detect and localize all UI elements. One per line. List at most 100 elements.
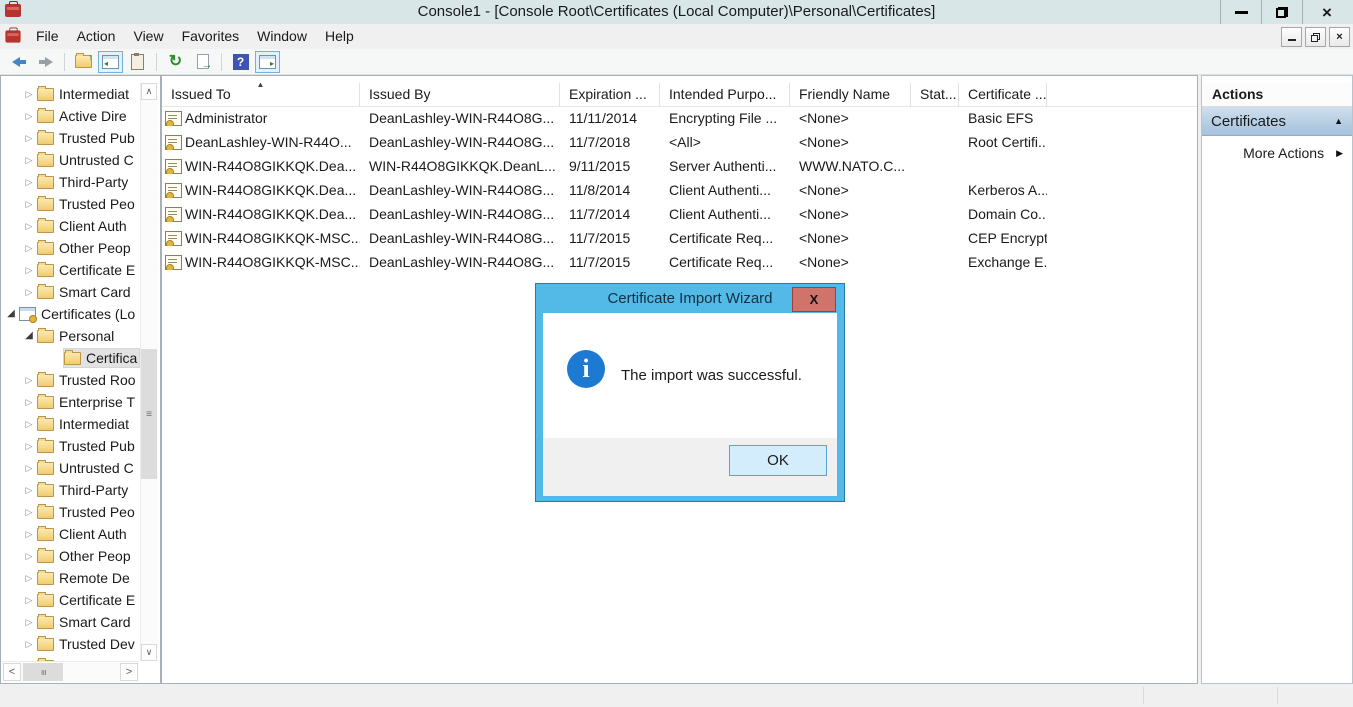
scroll-up-button[interactable]: ∧ bbox=[141, 83, 157, 100]
expand-twisty-icon[interactable]: ▷ bbox=[21, 523, 37, 545]
expand-twisty-icon[interactable]: ▷ bbox=[21, 127, 37, 149]
column-header-expiration[interactable]: Expiration ... bbox=[560, 83, 660, 106]
expand-twisty-icon[interactable]: ▷ bbox=[21, 149, 37, 171]
up-one-level-button[interactable]: ↑ bbox=[71, 51, 96, 73]
menu-help[interactable]: Help bbox=[316, 24, 363, 49]
back-button[interactable] bbox=[6, 51, 31, 73]
column-header-intended-purpo[interactable]: Intended Purpo... bbox=[660, 83, 790, 106]
expand-twisty-icon[interactable]: ▷ bbox=[21, 281, 37, 303]
expand-twisty-icon[interactable]: ▷ bbox=[21, 259, 37, 281]
table-row[interactable]: WIN-R44O8GIKKQK.Dea...WIN-R44O8GIKKQK.De… bbox=[162, 154, 1197, 178]
tree-vertical-scrollbar[interactable]: ∧ ≡ ∨ bbox=[140, 83, 158, 661]
tree-item-third-party[interactable]: ▷Third-Party bbox=[1, 479, 140, 501]
tree-item-certificate-e[interactable]: ▷Certificate E bbox=[1, 589, 140, 611]
dialog-close-button[interactable]: X bbox=[792, 287, 836, 312]
show-console-tree-button[interactable]: ◂ bbox=[98, 51, 123, 73]
collapse-twisty-icon[interactable]: ◢ bbox=[21, 325, 37, 347]
menu-view[interactable]: View bbox=[124, 24, 172, 49]
scroll-down-button[interactable]: ∨ bbox=[141, 644, 157, 661]
table-row[interactable]: WIN-R44O8GIKKQK-MSC...DeanLashley-WIN-R4… bbox=[162, 250, 1197, 274]
expand-twisty-icon[interactable]: ▷ bbox=[21, 567, 37, 589]
tree-horizontal-scrollbar[interactable]: < ≡ > bbox=[2, 661, 139, 682]
maximize-restore-button[interactable] bbox=[1261, 0, 1302, 24]
tree-item-enterprise-t[interactable]: ▷Enterprise T bbox=[1, 391, 140, 413]
tree-item-intermediat[interactable]: ▷Intermediat bbox=[1, 83, 140, 105]
tree-item-client-auth[interactable]: ▷Client Auth bbox=[1, 523, 140, 545]
more-actions-item[interactable]: More Actions ▶ bbox=[1202, 136, 1352, 161]
expand-twisty-icon[interactable]: ▷ bbox=[21, 171, 37, 193]
expand-twisty-icon[interactable]: ▷ bbox=[21, 391, 37, 413]
column-header-issued-by[interactable]: Issued By bbox=[360, 83, 560, 106]
tree-item-client-auth[interactable]: ▷Client Auth bbox=[1, 215, 140, 237]
expand-twisty-icon[interactable]: ▷ bbox=[21, 83, 37, 105]
table-row[interactable]: WIN-R44O8GIKKQK.Dea...DeanLashley-WIN-R4… bbox=[162, 202, 1197, 226]
collapse-twisty-icon[interactable]: ◢ bbox=[3, 303, 19, 325]
tree-item-trusted-peo[interactable]: ▷Trusted Peo bbox=[1, 501, 140, 523]
actions-group-certificates[interactable]: Certificates ▲ bbox=[1202, 107, 1352, 136]
table-row[interactable]: WIN-R44O8GIKKQK.Dea...DeanLashley-WIN-R4… bbox=[162, 178, 1197, 202]
table-row[interactable]: AdministratorDeanLashley-WIN-R44O8G...11… bbox=[162, 106, 1197, 130]
expand-twisty-icon[interactable]: ▷ bbox=[21, 457, 37, 479]
tree-item-certificate-e[interactable]: ▷Certificate E bbox=[1, 259, 140, 281]
column-header-friendly-name[interactable]: Friendly Name bbox=[790, 83, 911, 106]
tree-item-certifica[interactable]: Certifica bbox=[1, 347, 140, 369]
table-row[interactable]: DeanLashley-WIN-R44O...DeanLashley-WIN-R… bbox=[162, 130, 1197, 154]
vertical-scroll-thumb[interactable]: ≡ bbox=[141, 349, 157, 479]
child-minimize-button[interactable] bbox=[1281, 27, 1302, 47]
tree-item-remote-de[interactable]: ▷Remote De bbox=[1, 567, 140, 589]
menu-favorites[interactable]: Favorites bbox=[173, 24, 249, 49]
tree-item-smart-card[interactable]: ▷Smart Card bbox=[1, 611, 140, 633]
menu-action[interactable]: Action bbox=[68, 24, 125, 49]
expand-twisty-icon[interactable]: ▷ bbox=[21, 545, 37, 567]
expand-twisty-icon[interactable]: ▷ bbox=[21, 611, 37, 633]
tree-item-personal[interactable]: ◢Personal bbox=[1, 325, 140, 347]
child-restore-button[interactable] bbox=[1305, 27, 1326, 47]
expand-twisty-icon[interactable]: ▷ bbox=[21, 413, 37, 435]
expand-twisty-icon[interactable]: ▷ bbox=[21, 237, 37, 259]
table-row[interactable]: WIN-R44O8GIKKQK-MSC...DeanLashley-WIN-R4… bbox=[162, 226, 1197, 250]
tree-item-trusted-peo[interactable]: ▷Trusted Peo bbox=[1, 193, 140, 215]
minimize-button[interactable] bbox=[1220, 0, 1261, 24]
tree-item-trusted-pub[interactable]: ▷Trusted Pub bbox=[1, 127, 140, 149]
child-window-icon[interactable] bbox=[5, 30, 20, 42]
forward-button[interactable] bbox=[33, 51, 58, 73]
expand-twisty-icon[interactable]: ▷ bbox=[21, 193, 37, 215]
column-header-issued-to[interactable]: Issued To▲ bbox=[162, 83, 360, 106]
export-list-button[interactable] bbox=[190, 51, 215, 73]
expand-twisty-icon[interactable]: ▷ bbox=[21, 105, 37, 127]
tree-item-other-peop[interactable]: ▷Other Peop bbox=[1, 545, 140, 567]
scroll-left-button[interactable]: < bbox=[3, 663, 21, 681]
expand-twisty-icon[interactable]: ▷ bbox=[21, 369, 37, 391]
child-close-button[interactable]: × bbox=[1329, 27, 1350, 47]
tree-item-third-party[interactable]: ▷Third-Party bbox=[1, 171, 140, 193]
expand-twisty-icon[interactable]: ▷ bbox=[21, 479, 37, 501]
tree-item-certificates-lo[interactable]: ◢Certificates (Lo bbox=[1, 303, 140, 325]
ok-button[interactable]: OK bbox=[729, 445, 827, 476]
menu-file[interactable]: File bbox=[27, 24, 68, 49]
tree-item-other-peop[interactable]: ▷Other Peop bbox=[1, 237, 140, 259]
column-header-certificate[interactable]: Certificate ... bbox=[959, 83, 1047, 106]
expand-twisty-icon[interactable]: ▷ bbox=[21, 215, 37, 237]
scroll-right-button[interactable]: > bbox=[120, 663, 138, 681]
column-header-stat[interactable]: Stat... bbox=[911, 83, 959, 106]
tree-item-trusted-pub[interactable]: ▷Trusted Pub bbox=[1, 435, 140, 457]
collapse-group-icon[interactable]: ▲ bbox=[1334, 116, 1343, 126]
expand-twisty-icon[interactable]: ▷ bbox=[21, 435, 37, 457]
tree-item-smart-card[interactable]: ▷Smart Card bbox=[1, 281, 140, 303]
close-button[interactable]: × bbox=[1302, 0, 1351, 24]
menu-window[interactable]: Window bbox=[248, 24, 316, 49]
horizontal-scroll-thumb[interactable]: ≡ bbox=[23, 663, 63, 681]
clipboard-button[interactable] bbox=[125, 51, 150, 73]
tree-item-untrusted-c[interactable]: ▷Untrusted C bbox=[1, 457, 140, 479]
expand-twisty-icon[interactable]: ▷ bbox=[21, 633, 37, 655]
tree-item-untrusted-c[interactable]: ▷Untrusted C bbox=[1, 149, 140, 171]
tree-item-active-dire[interactable]: ▷Active Dire bbox=[1, 105, 140, 127]
show-action-pane-button[interactable]: ▸ bbox=[255, 51, 280, 73]
tree-item-trusted-dev[interactable]: ▷Trusted Dev bbox=[1, 633, 140, 655]
refresh-button[interactable]: ↻ bbox=[163, 51, 188, 73]
expand-twisty-icon[interactable]: ▷ bbox=[21, 589, 37, 611]
expand-twisty-icon[interactable]: ▷ bbox=[21, 501, 37, 523]
tree-item-intermediat[interactable]: ▷Intermediat bbox=[1, 413, 140, 435]
tree-item-trusted-roo[interactable]: ▷Trusted Roo bbox=[1, 369, 140, 391]
help-button[interactable]: ? bbox=[228, 51, 253, 73]
